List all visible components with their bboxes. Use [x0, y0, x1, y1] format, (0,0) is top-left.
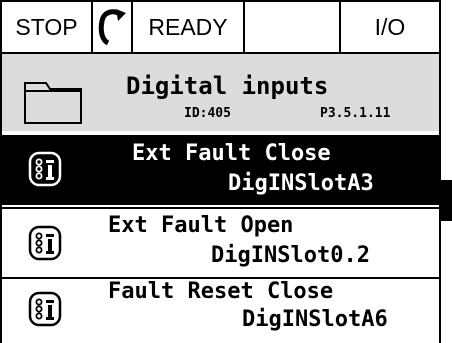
- rotation-arrow-icon: [98, 9, 126, 46]
- item-name: Fault Reset Close: [108, 279, 334, 304]
- list-item[interactable]: Ext Fault Close DigINSlotA3: [2, 135, 439, 205]
- status-rotation: [93, 2, 133, 52]
- scrollbar-thumb[interactable]: [441, 180, 452, 221]
- page-title: Digital inputs: [126, 72, 329, 100]
- status-stop-label: STOP: [15, 13, 78, 40]
- item-value: DigINSlot0.2: [211, 243, 370, 268]
- status-io-label: I/O: [374, 13, 406, 40]
- status-ready-label: READY: [148, 13, 228, 40]
- parameter-id: ID:405: [184, 106, 231, 121]
- screen: STOP READY I/O Digital inputs ID:405 P3.…: [0, 0, 452, 343]
- parameter-code: P3.5.1.11: [320, 106, 391, 121]
- item-value: DigINSlotA3: [228, 171, 374, 196]
- item-name: Ext Fault Close: [132, 141, 331, 166]
- item-value: DigINSlotA6: [242, 307, 388, 332]
- menu-header: Digital inputs ID:405 P3.5.1.11: [0, 54, 441, 131]
- io-parameter-icon: [28, 225, 62, 261]
- list-item[interactable]: Ext Fault Open DigINSlot0.2: [2, 209, 439, 279]
- list-item[interactable]: Fault Reset Close DigINSlotA6: [2, 279, 439, 341]
- status-io: I/O: [341, 2, 439, 52]
- folder-icon: [24, 82, 82, 124]
- parameter-list: Ext Fault Close DigINSlotA3 Ext Fault Op…: [0, 131, 441, 343]
- item-name: Ext Fault Open: [108, 213, 294, 238]
- status-stop: STOP: [2, 2, 93, 52]
- status-bar: STOP READY I/O: [0, 0, 441, 54]
- status-empty: [245, 2, 341, 52]
- io-parameter-icon: [28, 291, 62, 327]
- io-parameter-icon: [28, 151, 62, 187]
- status-ready: READY: [133, 2, 245, 52]
